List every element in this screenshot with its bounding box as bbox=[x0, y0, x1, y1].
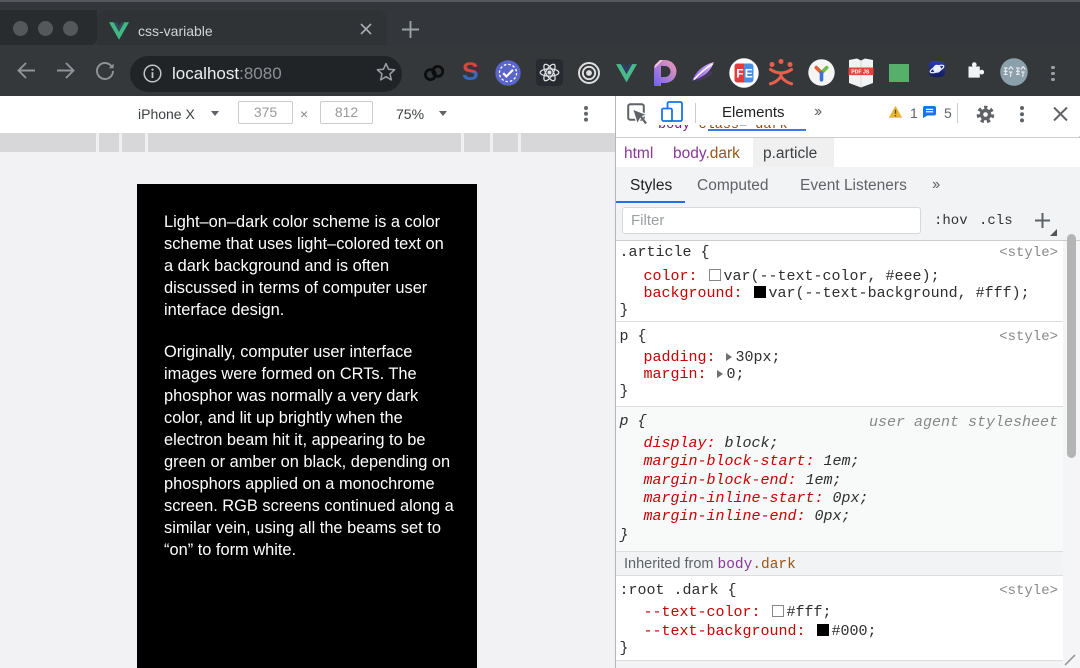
svg-text:E: E bbox=[744, 66, 752, 80]
svg-text:F: F bbox=[736, 66, 743, 80]
svg-text:PDF JS: PDF JS bbox=[851, 69, 870, 75]
